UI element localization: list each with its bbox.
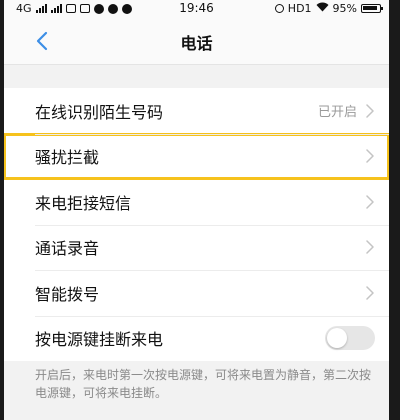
chevron-right-icon	[366, 286, 374, 300]
chevron-right-icon	[366, 104, 374, 118]
setting-call-recording[interactable]: 通话录音	[4, 224, 389, 271]
hd-indicator: HD1	[287, 2, 312, 15]
battery-percent: 95%	[332, 2, 357, 15]
alarm-icon	[274, 4, 284, 13]
setting-harassment-blocking[interactable]: 骚扰拦截	[4, 132, 389, 180]
setting-label: 来电拒接短信	[35, 193, 132, 213]
setting-label: 按电源键挂断来电	[35, 330, 164, 350]
chevron-right-icon	[366, 240, 374, 254]
setting-online-caller-id[interactable]: 在线识别陌生号码 已开启	[4, 88, 389, 134]
setting-label: 在线识别陌生号码	[35, 102, 164, 122]
nav-bar: 电话	[4, 18, 389, 65]
settings-list: 在线识别陌生号码 已开启 骚扰拦截 来电拒接短信 通话录音 智能拨号 按电源键挂…	[4, 88, 389, 361]
toggle-knob	[327, 328, 347, 349]
power-key-hangup-toggle[interactable]	[325, 326, 375, 351]
chevron-right-icon	[366, 149, 374, 163]
phone-screen: 4G 19:46 HD1 95% 电话 在线识别陌生号码 已开启 骚扰拦截 来电…	[4, 0, 389, 420]
setting-label: 通话录音	[35, 239, 100, 259]
status-bar: 4G 19:46 HD1 95%	[4, 0, 389, 18]
setting-description: 开启后，来电时第一次按电源键，可将来电置为静音，第二次按电源键，可将来电挂断。	[35, 368, 372, 400]
page-title: 电话	[180, 34, 213, 53]
status-right: HD1 95%	[274, 2, 383, 15]
chevron-right-icon	[366, 195, 374, 209]
setting-label: 骚扰拦截	[35, 148, 100, 168]
wifi-icon	[316, 2, 329, 15]
setting-power-key-hangup: 按电源键挂断来电	[4, 315, 389, 362]
setting-status-value: 已开启	[317, 105, 357, 121]
setting-reject-sms[interactable]: 来电拒接短信	[4, 179, 389, 225]
setting-smart-dial[interactable]: 智能拨号	[4, 270, 389, 316]
battery-icon	[361, 4, 383, 13]
setting-label: 智能拨号	[35, 284, 100, 304]
